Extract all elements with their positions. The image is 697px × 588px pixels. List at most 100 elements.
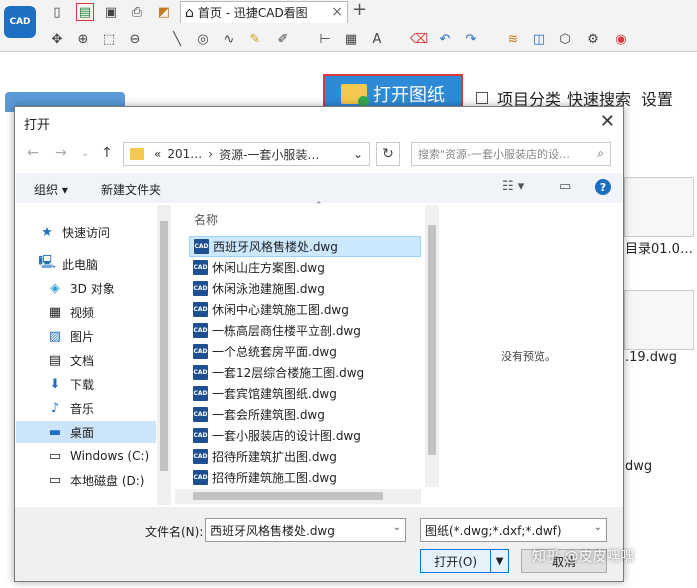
- file-row[interactable]: CAD 一套会所建筑图.dwg: [189, 404, 421, 425]
- desktop-icon: ▬: [48, 424, 62, 440]
- open-drawing-label: 打开图纸: [373, 85, 445, 106]
- pan-icon[interactable]: ✥: [48, 30, 66, 48]
- zoom-window-icon[interactable]: ⬚: [100, 30, 118, 48]
- app-logo[interactable]: CAD: [4, 6, 36, 38]
- recent-locations-icon[interactable]: ⌄: [81, 148, 89, 159]
- download-icon: ⬇: [49, 376, 61, 392]
- measure-icon[interactable]: ⊢: [316, 30, 334, 48]
- file-row[interactable]: CAD 西班牙风格售楼处.dwg: [189, 236, 421, 257]
- filename-input[interactable]: 西班牙风格售楼处.dwg ⌄: [205, 518, 406, 542]
- search-placeholder: 搜索"资源-一套小服装店的设…: [418, 148, 571, 161]
- project-category-checkbox[interactable]: [476, 92, 488, 104]
- circle-icon[interactable]: ◎: [194, 30, 212, 48]
- file-list-scrollbar[interactable]: [425, 205, 439, 487]
- 3d-view-icon[interactable]: ⬡: [556, 30, 574, 48]
- filename-label: 文件名(N):: [145, 525, 204, 539]
- polyline-icon[interactable]: ∿: [220, 30, 238, 48]
- drive-icon: ▭: [48, 472, 62, 488]
- help-icon[interactable]: ?: [595, 179, 611, 195]
- refresh-icon[interactable]: ↻: [376, 142, 400, 166]
- file-row[interactable]: CAD 招待所建筑施工图.dwg: [189, 467, 421, 488]
- search-input[interactable]: 搜索"资源-一套小服装店的设… ⌕: [411, 142, 611, 166]
- column-header-name[interactable]: 名称: [194, 211, 218, 228]
- back-icon[interactable]: ←: [27, 145, 39, 161]
- nav-scrollbar-thumb[interactable]: [160, 221, 168, 471]
- preview-pane-icon[interactable]: ▭: [559, 179, 571, 194]
- new-folder-button[interactable]: 新建文件夹: [101, 181, 161, 198]
- view-options-icon[interactable]: ☷ ▾: [502, 179, 524, 194]
- open-file-dialog: 打开 ✕ ← → ⌄ ↑ « 201… › 资源-一套小服装… ⌄ ↻ 搜索"资…: [14, 106, 624, 582]
- cad-file-icon: CAD: [193, 260, 208, 275]
- file-type-select[interactable]: 图纸(*.dwg;*.dxf;*.dwf) ⌄: [420, 518, 607, 542]
- markup-icon[interactable]: ✐: [274, 30, 292, 48]
- export-icon[interactable]: ◩: [155, 3, 173, 21]
- cad-file-icon: CAD: [193, 407, 208, 422]
- 3d-box-icon[interactable]: ◫: [530, 30, 548, 48]
- tab-home[interactable]: ⌂ 首页 - 迅捷CAD看图 ×: [180, 1, 348, 23]
- nav-item-desktop[interactable]: ▬ 桌面: [16, 421, 156, 443]
- eraser-icon[interactable]: ⌫: [410, 30, 428, 48]
- chevron-down-icon[interactable]: ⌄: [393, 522, 401, 533]
- file-row[interactable]: CAD 休闲山庄方案图.dwg: [189, 257, 421, 278]
- file-row[interactable]: CAD 一套宾馆建筑图纸.dwg: [189, 383, 421, 404]
- tab-title: 首页 - 迅捷CAD看图: [197, 6, 308, 20]
- layers-icon[interactable]: ≋: [504, 30, 522, 48]
- open-button[interactable]: 打开(O) ▼: [420, 549, 509, 573]
- area-icon[interactable]: ▦: [342, 30, 360, 48]
- settings-link[interactable]: 设置: [641, 86, 673, 110]
- settings-tool-icon[interactable]: ⚙: [584, 30, 602, 48]
- address-overflow[interactable]: «: [154, 147, 161, 161]
- address-bar[interactable]: « 201… › 资源-一套小服装… ⌄: [123, 142, 370, 166]
- text-icon[interactable]: A: [368, 30, 386, 48]
- drawing-thumbnail[interactable]: [624, 290, 694, 350]
- chevron-down-icon[interactable]: ⌄: [594, 522, 602, 533]
- file-row[interactable]: CAD 一个总统套房平面.dwg: [189, 341, 421, 362]
- drawing-thumbnail[interactable]: [624, 177, 694, 237]
- zoom-icon[interactable]: ⊕: [74, 30, 92, 48]
- color-wheel-icon[interactable]: ◉: [612, 30, 630, 48]
- pencil-icon[interactable]: ✎: [246, 30, 264, 48]
- undo-icon[interactable]: ↶: [436, 30, 454, 48]
- file-list-horizontal-scrollbar[interactable]: [175, 489, 421, 504]
- cad-file-icon: CAD: [193, 281, 208, 296]
- sort-ascending-icon: ⌃: [315, 201, 323, 211]
- file-row[interactable]: CAD 休闲泳池建施图.dwg: [189, 278, 421, 299]
- save-icon[interactable]: ▣: [102, 3, 120, 21]
- forward-icon[interactable]: →: [55, 145, 67, 161]
- horizontal-scrollbar-thumb[interactable]: [193, 492, 383, 500]
- up-icon[interactable]: ↑: [101, 145, 113, 161]
- dialog-footer: 文件名(N): 西班牙风格售楼处.dwg ⌄ 图纸(*.dwg;*.dxf;*.…: [15, 507, 623, 581]
- nav-scrollbar[interactable]: [157, 205, 171, 505]
- close-icon[interactable]: ✕: [600, 111, 615, 132]
- file-row[interactable]: CAD 休闲中心建筑施工图.dwg: [189, 299, 421, 320]
- breadcrumb-item[interactable]: 资源-一套小服装…: [219, 146, 319, 163]
- cad-file-icon: CAD: [193, 449, 208, 464]
- breadcrumb-item[interactable]: 201…: [167, 147, 202, 161]
- add-tab-icon[interactable]: +: [352, 1, 370, 21]
- file-row[interactable]: CAD 一套12层综合楼施工图.dwg: [189, 362, 421, 383]
- address-dropdown-icon[interactable]: ⌄: [353, 147, 363, 161]
- file-list-scrollbar-thumb[interactable]: [428, 225, 436, 455]
- cube-icon: ◈: [50, 280, 60, 296]
- computer-icon: 🖳: [38, 255, 56, 270]
- cad-file-icon: CAD: [194, 239, 209, 254]
- print-icon[interactable]: ⎙: [128, 3, 146, 21]
- cad-file-icon: CAD: [193, 344, 208, 359]
- close-tab-icon[interactable]: ×: [331, 4, 343, 20]
- organize-button[interactable]: 组织 ▾: [34, 181, 68, 198]
- breadcrumb-separator[interactable]: ›: [208, 147, 213, 161]
- zoom-prev-icon[interactable]: ⊖: [126, 30, 144, 48]
- open-options-dropdown-icon[interactable]: ▼: [490, 550, 508, 572]
- cad-file-icon: CAD: [193, 323, 208, 338]
- cad-file-icon: CAD: [193, 302, 208, 317]
- file-row[interactable]: CAD 招待所建筑扩出图.dwg: [189, 446, 421, 467]
- file-row[interactable]: CAD 一栋高层商住楼平立剖.dwg: [189, 320, 421, 341]
- search-icon: ⌕: [597, 146, 604, 160]
- open-file-icon[interactable]: ▤: [76, 3, 94, 21]
- file-row[interactable]: CAD 一套小服装店的设计图.dwg: [189, 425, 421, 446]
- redo-icon[interactable]: ↷: [462, 30, 480, 48]
- drawing-label: .19.dwg: [625, 350, 677, 365]
- line-icon[interactable]: ╲: [168, 30, 186, 48]
- dialog-title: 打开: [24, 118, 51, 133]
- new-file-icon[interactable]: ▯: [48, 3, 66, 21]
